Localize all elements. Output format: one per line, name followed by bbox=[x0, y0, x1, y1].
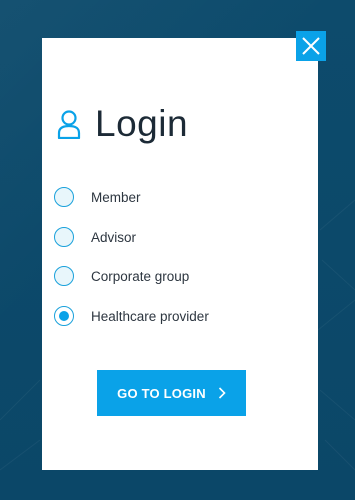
go-to-login-label: GO TO LOGIN bbox=[117, 385, 206, 401]
chevron-right-icon bbox=[218, 387, 226, 399]
radio-button[interactable] bbox=[54, 227, 74, 247]
option-label: Advisor bbox=[91, 229, 137, 245]
option-label: Healthcare provider bbox=[91, 308, 209, 324]
user-icon bbox=[57, 110, 81, 139]
close-icon bbox=[302, 37, 320, 55]
page-title: Login bbox=[95, 103, 189, 144]
option-healthcare-provider[interactable]: Healthcare provider bbox=[54, 304, 209, 328]
radio-button-checked[interactable] bbox=[54, 306, 74, 326]
radio-button[interactable] bbox=[54, 187, 74, 207]
title-row: Login bbox=[57, 104, 188, 144]
radio-dot bbox=[59, 311, 69, 321]
option-corporate-group[interactable]: Corporate group bbox=[54, 264, 189, 288]
option-advisor[interactable]: Advisor bbox=[54, 225, 136, 249]
option-label: Corporate group bbox=[91, 268, 190, 284]
radio-button[interactable] bbox=[54, 266, 74, 286]
go-to-login-button[interactable]: GO TO LOGIN bbox=[97, 370, 246, 416]
option-member[interactable]: Member bbox=[54, 185, 141, 209]
close-button[interactable] bbox=[296, 31, 326, 61]
option-label: Member bbox=[91, 189, 141, 205]
